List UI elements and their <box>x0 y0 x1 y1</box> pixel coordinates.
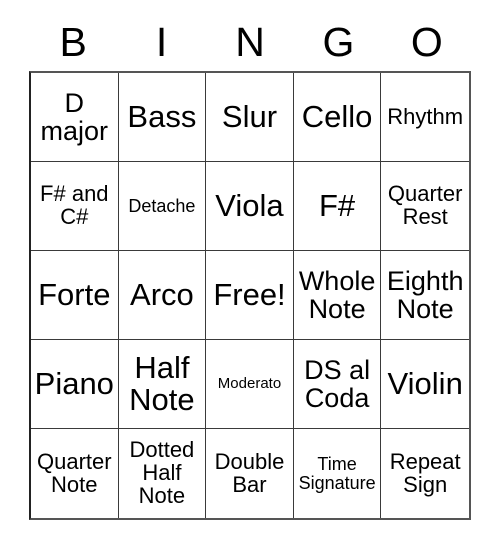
header-letter-o: O <box>410 19 443 65</box>
bingo-cell-label: Eighth Note <box>386 265 464 324</box>
bingo-cell-r2c1[interactable]: F# and C# <box>31 162 119 251</box>
header-letter-n: N <box>235 19 265 65</box>
bingo-cell-label: Rhythm <box>387 103 464 129</box>
bingo-cell-r3c5[interactable]: Eighth Note <box>381 251 469 340</box>
header-letter-g: G <box>322 19 355 65</box>
bingo-cell-r1c3[interactable]: Slur <box>206 73 294 162</box>
bingo-cell-label: Quarter Rest <box>387 181 463 229</box>
bingo-cell-r4c2[interactable]: Half Note <box>118 340 207 429</box>
bingo-cell-label: Slur <box>221 98 278 134</box>
bingo-cell-r2c4[interactable]: F# <box>293 162 382 251</box>
bingo-cell-r2c2[interactable]: Detache <box>118 162 207 251</box>
bingo-cell-label: Piano <box>34 365 114 401</box>
bingo-cell-label: F# and C# <box>40 181 109 229</box>
bingo-cell-label: Bass <box>127 98 197 134</box>
bingo-cell-r5c4[interactable]: Time Signature <box>293 429 382 518</box>
bingo-cell-r4c3[interactable]: Moderato <box>206 340 294 429</box>
bingo-cell-r5c3[interactable]: Double Bar <box>206 429 294 518</box>
bingo-cell-r3c4[interactable]: Whole Note <box>293 251 382 340</box>
header-letter-i: I <box>155 19 168 65</box>
bingo-cell-r3c3[interactable]: Free! <box>206 251 294 340</box>
bingo-cell-label: Viola <box>215 187 284 223</box>
bingo-cell-r1c4[interactable]: Cello <box>293 73 382 162</box>
bingo-cell-label: F# <box>319 187 356 223</box>
bingo-cell-label: Time Signature <box>298 453 376 493</box>
bingo-cell-label: Detache <box>128 195 196 216</box>
bingo-cell-r4c4[interactable]: DS al Coda <box>293 340 382 429</box>
bingo-cell-r1c5[interactable]: Rhythm <box>381 73 469 162</box>
bingo-cell-r2c3[interactable]: Viola <box>206 162 294 251</box>
bingo-grid: D major Bass Slur Cello Rhythm F# and C# Detac… <box>29 71 471 520</box>
bingo-cell-label: Cello <box>301 98 373 134</box>
bingo-cell-r4c1[interactable]: Piano <box>31 340 119 429</box>
bingo-cell-label: Moderato <box>217 375 282 393</box>
bingo-cell-r3c2[interactable]: Arco <box>118 251 207 340</box>
bingo-cell-label: Dotted Half Note <box>129 437 195 508</box>
bingo-cell-label: Repeat Sign <box>389 448 461 497</box>
bingo-header-row: B I N G O <box>29 0 471 71</box>
bingo-cell-r5c1[interactable]: Quarter Note <box>31 429 119 518</box>
bingo-cell-r5c5[interactable]: Repeat Sign <box>381 429 469 518</box>
bingo-cell-label: Free! <box>213 276 286 312</box>
bingo-cell-r4c5[interactable]: Violin <box>381 340 469 429</box>
bingo-cell-label: Whole Note <box>298 265 376 324</box>
bingo-cell-label: DS al Coda <box>304 354 371 413</box>
bingo-cell-label: Violin <box>387 365 463 401</box>
bingo-card: B I N G O D major Bass Slur Cello Rhythm F# a… <box>29 0 471 520</box>
bingo-cell-r3c1[interactable]: Forte <box>31 251 119 340</box>
bingo-cell-r5c2[interactable]: Dotted Half Note <box>118 429 207 518</box>
bingo-cell-r1c1[interactable]: D major <box>31 73 119 162</box>
bingo-cell-label: Arco <box>130 276 194 312</box>
bingo-cell-label: Half Note <box>129 349 195 417</box>
bingo-cell-label: Double Bar <box>214 448 285 497</box>
bingo-cell-r1c2[interactable]: Bass <box>118 73 207 162</box>
bingo-cell-r2c5[interactable]: Quarter Rest <box>381 162 469 251</box>
bingo-cell-label: D major <box>40 87 109 146</box>
bingo-cell-label: Forte <box>38 276 111 312</box>
bingo-cell-label: Quarter Note <box>37 448 112 497</box>
header-letter-b: B <box>59 19 87 65</box>
